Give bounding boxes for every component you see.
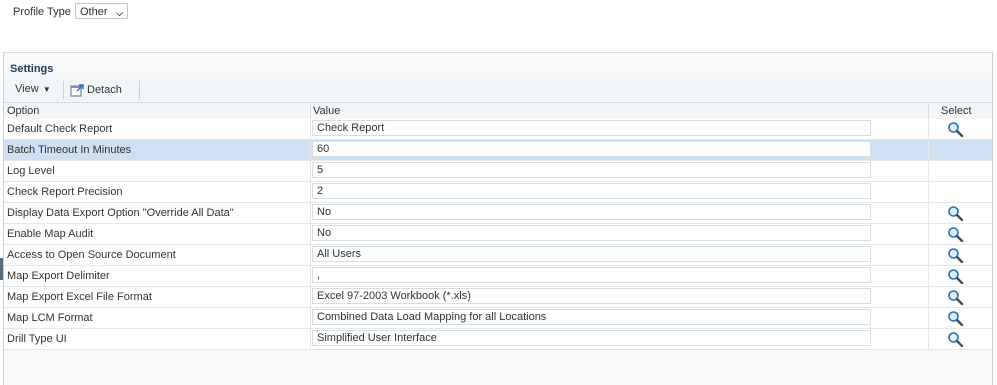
search-icon[interactable]: [947, 331, 964, 348]
column-divider: [928, 329, 929, 349]
table-row[interactable]: Log Level 5: [4, 161, 992, 182]
column-divider: [928, 161, 929, 181]
option-cell: Map Export Excel File Format: [7, 291, 152, 303]
profile-type-select[interactable]: Other ⌵: [75, 3, 128, 19]
table-row[interactable]: Map LCM Format Combined Data Load Mapping…: [4, 308, 992, 329]
option-cell: Log Level: [7, 165, 55, 177]
column-divider: [310, 308, 311, 328]
value-field[interactable]: Check Report: [312, 120, 871, 136]
value-field[interactable]: 5: [312, 162, 871, 178]
table-row[interactable]: Map Export Delimiter,: [4, 266, 992, 287]
value-field[interactable]: All Users: [312, 246, 871, 262]
column-divider: [310, 161, 311, 181]
settings-table-body: Default Check Report Check Report Batch Ti…: [4, 119, 992, 350]
value-field[interactable]: ,: [312, 267, 871, 283]
column-divider: [310, 203, 311, 223]
column-divider: [928, 203, 929, 223]
toolbar-divider: [139, 81, 140, 99]
search-icon[interactable]: [947, 289, 964, 306]
column-divider: [310, 103, 311, 119]
table-row[interactable]: Default Check Report Check Report: [4, 119, 992, 140]
settings-title: Settings: [10, 63, 54, 75]
column-divider: [310, 329, 311, 349]
table-row[interactable]: Map Export Excel File Format Excel 97-200…: [4, 287, 992, 308]
toolbar-divider: [63, 81, 64, 99]
column-divider: [310, 224, 311, 244]
column-divider: [928, 308, 929, 328]
caret-down-icon: ▼: [40, 85, 51, 94]
search-icon[interactable]: [947, 310, 964, 327]
value-field[interactable]: Combined Data Load Mapping for all Locat…: [312, 309, 871, 325]
search-icon[interactable]: [947, 247, 964, 264]
option-cell: Batch Timeout In Minutes: [7, 144, 132, 156]
column-divider: [310, 245, 311, 265]
option-cell: Default Check Report: [7, 123, 113, 135]
column-divider: [310, 182, 311, 202]
view-menu[interactable]: View ▼: [15, 83, 51, 95]
value-field[interactable]: No: [312, 204, 871, 220]
detach-label: Detach: [87, 84, 122, 96]
option-cell: Check Report Precision: [7, 186, 123, 198]
column-divider: [928, 119, 929, 139]
column-divider: [928, 266, 929, 286]
option-cell: Display Data Export Option "Override All…: [7, 207, 234, 219]
profile-type-label: Profile Type: [13, 6, 71, 18]
table-row[interactable]: Display Data Export Option "Override All…: [4, 203, 992, 224]
profile-area: Profile Type Other ⌵: [0, 0, 997, 52]
column-header-value[interactable]: Value: [313, 105, 340, 117]
detach-icon: [70, 84, 84, 97]
value-field[interactable]: Excel 97-2003 Workbook (*.xls): [312, 288, 871, 304]
column-header-select[interactable]: Select: [941, 105, 972, 117]
detach-button[interactable]: Detach: [70, 81, 122, 99]
table-row[interactable]: Enable Map Audit No: [4, 224, 992, 245]
column-divider: [928, 103, 929, 119]
search-icon[interactable]: [947, 205, 964, 222]
table-row[interactable]: Drill Type UI Simplified User Interface: [4, 329, 992, 350]
search-icon[interactable]: [947, 121, 964, 138]
column-divider: [928, 224, 929, 244]
option-cell: Drill Type UI: [7, 333, 67, 345]
option-cell: Access to Open Source Document: [7, 249, 176, 261]
column-divider: [310, 140, 311, 160]
column-divider: [310, 287, 311, 307]
column-divider: [928, 140, 929, 160]
search-icon[interactable]: [947, 226, 964, 243]
value-field[interactable]: 2: [312, 183, 871, 199]
column-divider: [310, 119, 311, 139]
option-cell: Map LCM Format: [7, 312, 93, 324]
column-header-option[interactable]: Option: [7, 105, 39, 117]
search-icon[interactable]: [947, 268, 964, 285]
table-row[interactable]: Check Report Precision 2: [4, 182, 992, 203]
splitter-handle[interactable]: [0, 258, 3, 280]
value-field[interactable]: Simplified User Interface: [312, 330, 871, 346]
table-row[interactable]: Access to Open Source Document All Users: [4, 245, 992, 266]
settings-panel: Settings View ▼ Detach Option Value Sele…: [3, 52, 993, 385]
chevron-down-icon: ⌵: [116, 8, 123, 18]
column-divider: [928, 182, 929, 202]
value-field[interactable]: 60: [312, 141, 871, 157]
column-divider: [928, 287, 929, 307]
view-menu-label: View: [15, 83, 39, 95]
option-cell: Map Export Delimiter: [7, 270, 110, 282]
grid-header: Option Value Select: [4, 102, 992, 120]
column-divider: [928, 245, 929, 265]
table-row[interactable]: Batch Timeout In Minutes 60: [4, 140, 992, 161]
settings-toolbar: View ▼ Detach: [4, 79, 992, 101]
value-field[interactable]: No: [312, 225, 871, 241]
option-cell: Enable Map Audit: [7, 228, 94, 240]
column-divider: [310, 266, 311, 286]
profile-type-value: Other: [80, 6, 108, 18]
